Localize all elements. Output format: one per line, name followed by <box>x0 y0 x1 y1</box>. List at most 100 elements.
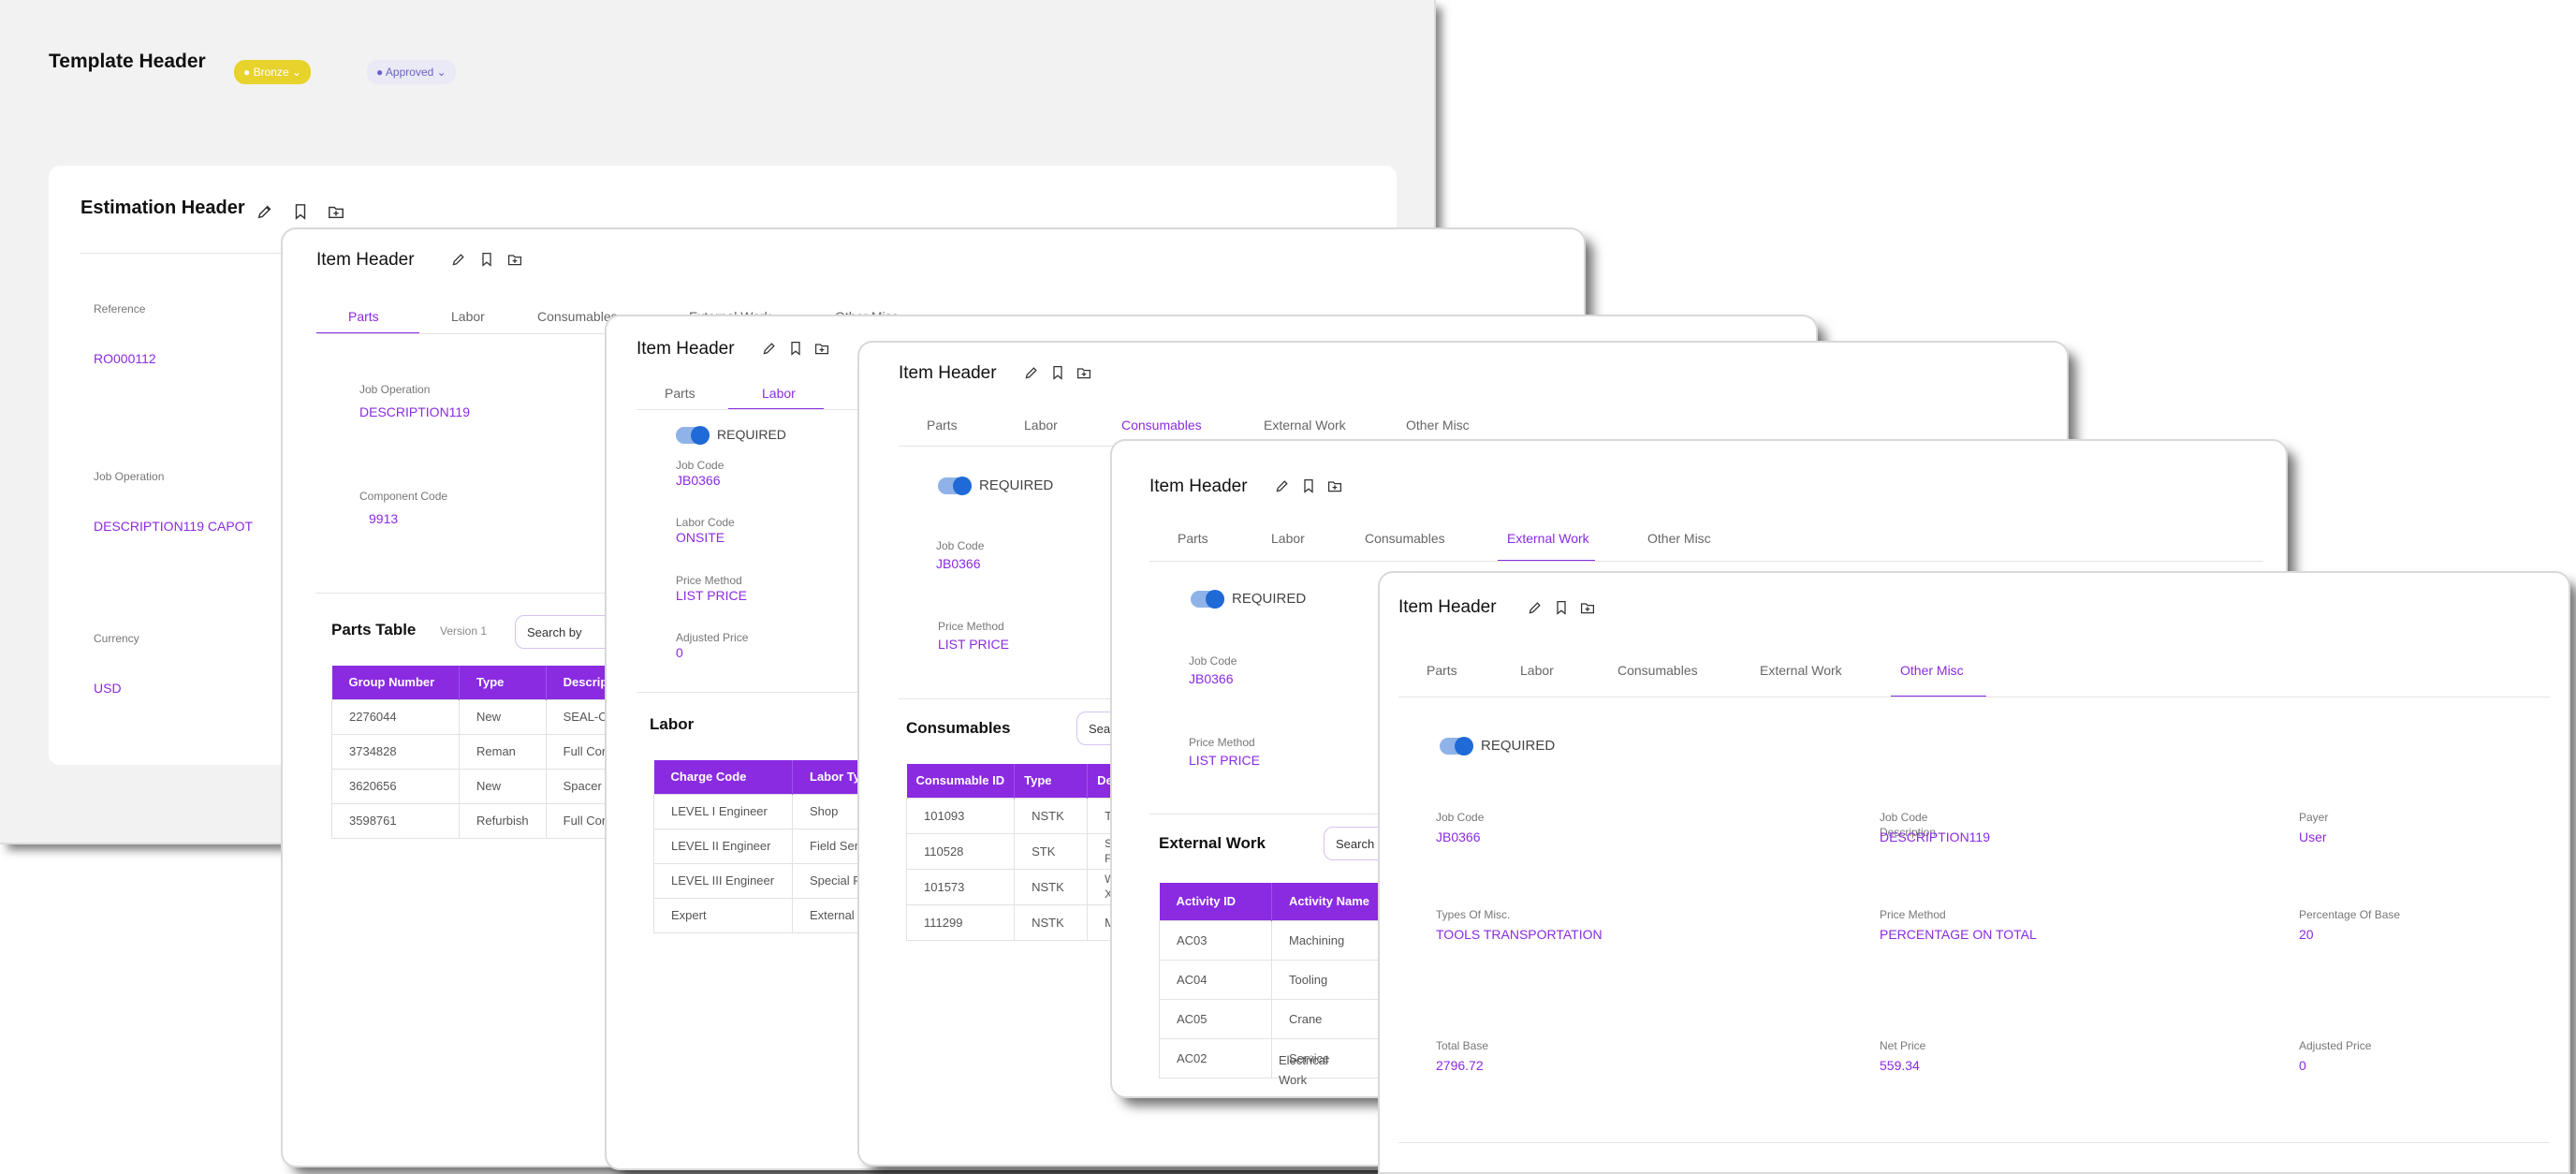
folder-plus-icon[interactable] <box>328 203 344 220</box>
tab-parts[interactable]: Parts <box>348 309 379 324</box>
tab-external-work[interactable]: External Work <box>1507 531 1589 546</box>
table-cell: Tooling <box>1271 959 1387 1000</box>
job-operation-label: Job Operation <box>94 470 165 483</box>
tab-labor[interactable]: Labor <box>762 386 796 401</box>
bookmark-icon[interactable] <box>788 341 803 356</box>
table-cell: 111299 <box>905 903 1016 941</box>
required-toggle[interactable] <box>1440 737 1473 756</box>
dot-icon: ● <box>376 66 384 79</box>
table-row[interactable]: AC05 Crane <box>1159 998 1387 1039</box>
tab-parts[interactable]: Parts <box>665 386 695 401</box>
folder-plus-icon[interactable] <box>507 252 522 267</box>
currency-label: Currency <box>94 632 139 645</box>
total-base-value: 2796.72 <box>1436 1058 1484 1073</box>
tab-external-work[interactable]: External Work <box>1264 418 1346 433</box>
job-operation-value: DESCRIPTION119 <box>359 404 470 419</box>
folder-plus-icon[interactable] <box>814 341 829 356</box>
types-of-misc-value: TOOLS TRANSPORTATION <box>1436 927 1603 942</box>
net-price-label: Net Price <box>1880 1039 1926 1052</box>
job-code-value: JB0366 <box>1436 829 1481 844</box>
chevron-down-icon: ⌄ <box>436 66 446 79</box>
tab-labor[interactable]: Labor <box>1024 418 1058 433</box>
required-toggle[interactable] <box>938 477 972 495</box>
job-operation-label: Job Operation <box>359 383 431 396</box>
bookmark-icon[interactable] <box>1301 478 1316 493</box>
currency-value: USD <box>94 681 122 696</box>
tab-labor[interactable]: Labor <box>1520 663 1554 678</box>
overflow-text: Work <box>1279 1073 1308 1087</box>
tab-consumables[interactable]: Consumables <box>1617 663 1698 678</box>
bookmark-icon[interactable] <box>1554 600 1569 615</box>
job-code-label: Job Code <box>1189 654 1237 668</box>
pencil-icon[interactable] <box>762 341 777 356</box>
table-row[interactable]: AC03 Machining <box>1159 919 1387 961</box>
tab-other-misc[interactable]: Other Misc <box>1900 663 1964 678</box>
price-method-value: LIST PRICE <box>1189 753 1260 768</box>
bookmark-icon[interactable] <box>479 252 494 267</box>
price-method-label: Price Method <box>1880 908 1946 921</box>
status-badge[interactable]: ● Approved ⌄ <box>367 60 456 84</box>
dot-icon: ● <box>243 66 251 79</box>
table-cell: AC05 <box>1159 998 1272 1039</box>
table-cell: Reman <box>459 733 547 770</box>
pencil-icon[interactable] <box>451 252 466 267</box>
table-cell: 3734828 <box>331 733 460 770</box>
required-toggle[interactable] <box>676 426 710 445</box>
column-header[interactable]: Activity ID <box>1159 883 1272 920</box>
tab-parts[interactable]: Parts <box>927 418 958 433</box>
column-header[interactable]: Type <box>459 666 547 699</box>
pencil-icon[interactable] <box>1024 365 1039 380</box>
tab-external-work[interactable]: External Work <box>1760 663 1842 678</box>
tab-parts[interactable]: Parts <box>1427 663 1457 678</box>
required-label: REQUIRED <box>1481 738 1556 754</box>
table-cell: New <box>459 698 547 735</box>
percentage-of-base-value: 20 <box>2299 927 2314 942</box>
bookmark-icon[interactable] <box>1050 365 1065 380</box>
column-header[interactable]: Type <box>1014 764 1089 798</box>
reference-value: RO000112 <box>94 351 156 366</box>
table-row[interactable]: AC04 Tooling <box>1159 959 1387 1000</box>
total-base-label: Total Base <box>1436 1039 1489 1052</box>
tab-labor[interactable]: Labor <box>451 309 485 324</box>
table-cell: Machining <box>1271 919 1387 961</box>
labor-code-label: Labor Code <box>676 516 735 529</box>
job-code-value: JB0366 <box>676 473 721 488</box>
job-operation-value: DESCRIPTION119 CAPOT <box>94 519 254 534</box>
table-cell: 101093 <box>905 797 1016 834</box>
price-method-value: LIST PRICE <box>676 588 747 603</box>
table-cell: NSTK <box>1014 903 1089 941</box>
table-row[interactable]: AC02 Service <box>1159 1037 1387 1079</box>
tab-consumables[interactable]: Consumables <box>537 309 618 324</box>
table-cell: STK <box>1014 832 1089 870</box>
consumables-table-title: Consumables <box>906 719 1011 737</box>
tab-parts[interactable]: Parts <box>1178 531 1208 546</box>
pencil-icon[interactable] <box>256 203 273 220</box>
column-header[interactable]: Charge Code <box>653 760 793 794</box>
required-toggle[interactable] <box>1191 590 1224 609</box>
pencil-icon[interactable] <box>1528 600 1543 615</box>
tab-consumables[interactable]: Consumables <box>1121 418 1202 433</box>
folder-plus-icon[interactable] <box>1076 365 1091 380</box>
estimation-title: Estimation Header <box>80 198 245 218</box>
tier-badge[interactable]: ● Bronze ⌄ <box>234 60 312 84</box>
table-cell: LEVEL III Engineer <box>653 862 793 899</box>
table-cell: AC02 <box>1159 1037 1272 1079</box>
description-value: DESCRIPTION119 <box>1880 829 1990 844</box>
percentage-of-base-label: Percentage Of Base <box>2299 908 2401 921</box>
price-method-value: LIST PRICE <box>938 637 1009 652</box>
tab-labor[interactable]: Labor <box>1271 531 1305 546</box>
component-code-label: Component Code <box>359 490 448 503</box>
tab-other-misc[interactable]: Other Misc <box>1406 418 1470 433</box>
pencil-icon[interactable] <box>1275 478 1290 493</box>
tab-consumables[interactable]: Consumables <box>1365 531 1445 546</box>
tab-other-misc[interactable]: Other Misc <box>1647 531 1711 546</box>
table-cell: NSTK <box>1014 797 1089 834</box>
bookmark-icon[interactable] <box>292 203 309 220</box>
folder-plus-icon[interactable] <box>1580 600 1595 615</box>
folder-plus-icon[interactable] <box>1327 478 1342 493</box>
column-header[interactable]: Activity Name <box>1271 883 1387 920</box>
column-header[interactable]: Consumable ID <box>906 764 1016 798</box>
column-header[interactable]: Group Number <box>331 666 460 699</box>
table-cell: AC03 <box>1159 919 1272 961</box>
table-cell: LEVEL I Engineer <box>653 793 793 829</box>
